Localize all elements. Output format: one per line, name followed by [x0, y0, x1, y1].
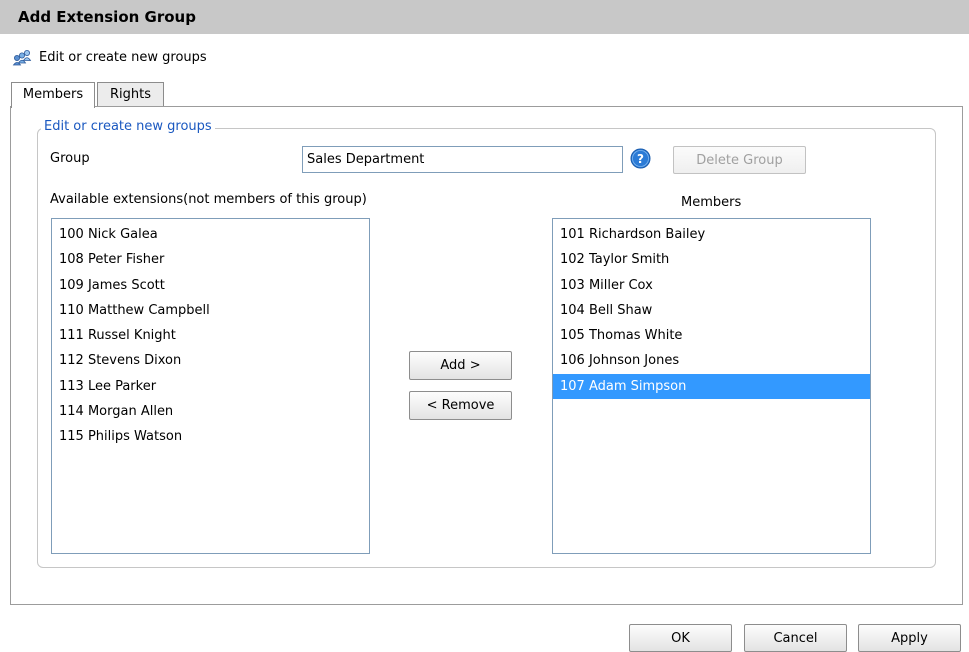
- header-subtitle: Edit or create new groups: [39, 50, 207, 65]
- list-item[interactable]: 111 Russel Knight: [52, 323, 369, 348]
- list-item[interactable]: 103 Miller Cox: [553, 273, 870, 298]
- cancel-button[interactable]: Cancel: [744, 624, 847, 652]
- title-bar: Add Extension Group: [0, 0, 969, 34]
- list-item-selected[interactable]: 107 Adam Simpson: [553, 373, 870, 400]
- delete-group-button[interactable]: Delete Group: [673, 146, 806, 174]
- tab-members[interactable]: Members: [11, 82, 95, 108]
- tab-rights[interactable]: Rights: [97, 82, 164, 106]
- list-item[interactable]: 101 Richardson Bailey: [553, 222, 870, 247]
- list-item[interactable]: 100 Nick Galea: [52, 222, 369, 247]
- available-extensions-list[interactable]: 100 Nick Galea 108 Peter Fisher 109 Jame…: [51, 218, 370, 554]
- list-item[interactable]: 112 Stevens Dixon: [52, 348, 369, 373]
- ok-button[interactable]: OK: [629, 624, 732, 652]
- group-label: Group: [50, 151, 90, 166]
- remove-button[interactable]: < Remove: [409, 391, 512, 420]
- users-group-icon: [12, 50, 32, 66]
- members-list[interactable]: 101 Richardson Bailey 102 Taylor Smith 1…: [552, 218, 871, 554]
- list-item[interactable]: 106 Johnson Jones: [553, 348, 870, 373]
- group-name-input[interactable]: [302, 146, 623, 173]
- list-item[interactable]: 109 James Scott: [52, 273, 369, 298]
- list-item[interactable]: 114 Morgan Allen: [52, 399, 369, 424]
- members-label: Members: [681, 195, 742, 210]
- apply-button[interactable]: Apply: [858, 624, 961, 652]
- list-item[interactable]: 113 Lee Parker: [52, 374, 369, 399]
- window-title: Add Extension Group: [18, 8, 196, 26]
- svg-text:?: ?: [637, 152, 644, 166]
- list-item[interactable]: 102 Taylor Smith: [553, 247, 870, 272]
- available-extensions-label: Available extensions(not members of this…: [50, 192, 367, 207]
- add-button[interactable]: Add >: [409, 351, 512, 380]
- list-item[interactable]: 104 Bell Shaw: [553, 298, 870, 323]
- list-item[interactable]: 115 Philips Watson: [52, 424, 369, 449]
- list-item[interactable]: 110 Matthew Campbell: [52, 298, 369, 323]
- list-item[interactable]: 105 Thomas White: [553, 323, 870, 348]
- help-icon[interactable]: ?: [630, 148, 651, 169]
- fieldset-legend: Edit or create new groups: [41, 119, 215, 134]
- list-item[interactable]: 108 Peter Fisher: [52, 247, 369, 272]
